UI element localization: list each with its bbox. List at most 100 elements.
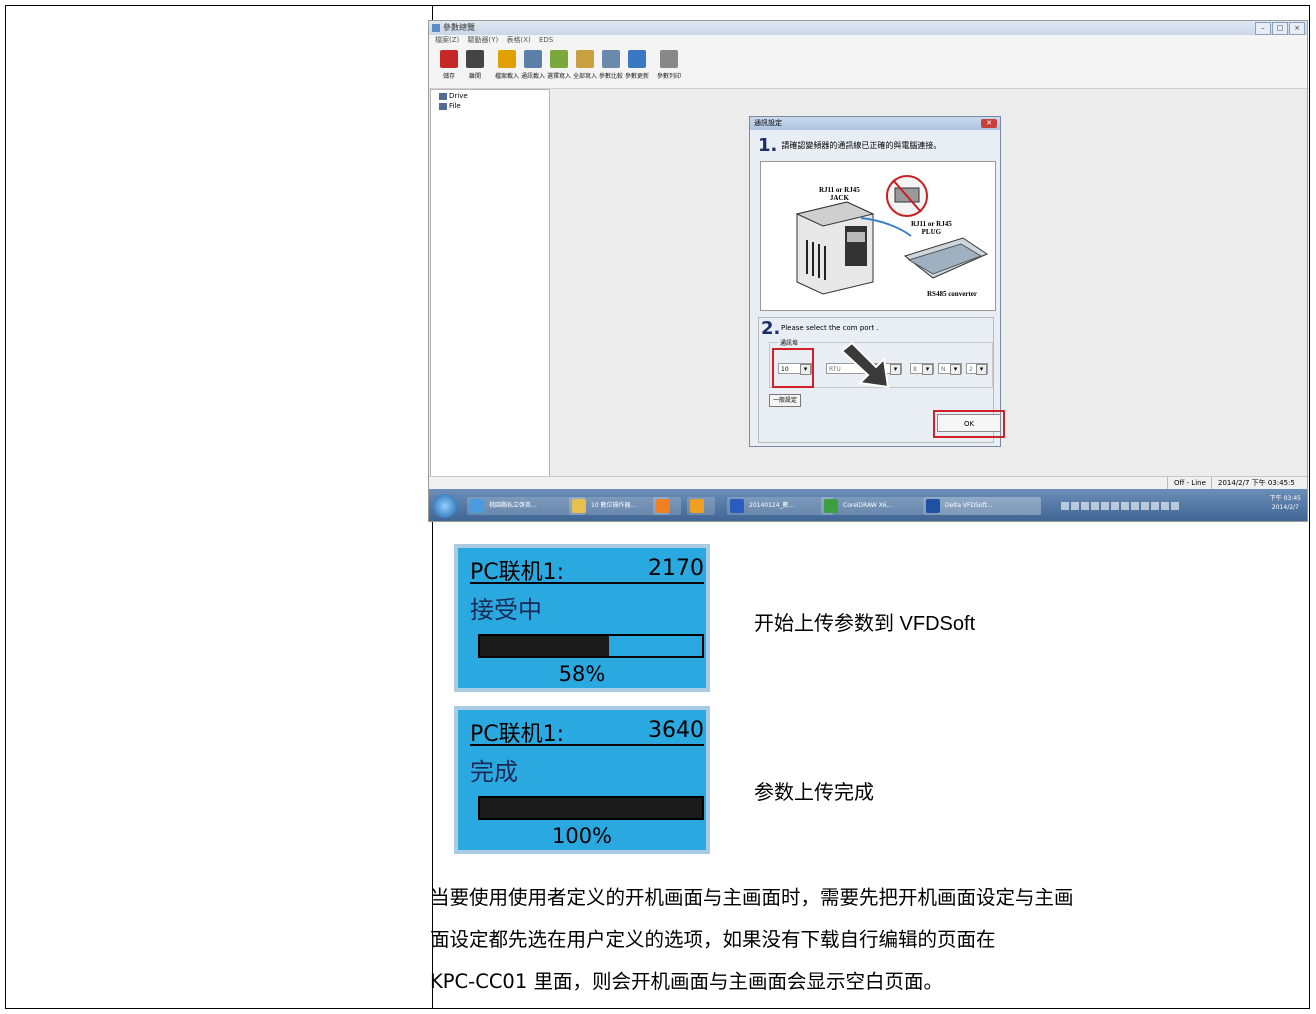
folder-icon: [572, 499, 586, 513]
toolbar-button-7[interactable]: 參數更新: [623, 50, 651, 80]
toolbar-icon: [576, 50, 594, 68]
step1-number: 1.: [758, 135, 778, 156]
databits-select[interactable]: 8: [910, 363, 934, 375]
comm-settings-dialog: 通訊設定 ✕ 1. 請確認變頻器的通訊線已正確的與電腦連接。 RJ11 or R…: [749, 116, 1005, 447]
lcd-screen: PC联机1: 3640 完成 100%: [458, 710, 706, 850]
toolbar-icon: [628, 50, 646, 68]
outlook-icon: [690, 499, 704, 513]
maximize-button[interactable]: □: [1272, 22, 1288, 35]
toolbar-label: 全部寫入: [572, 73, 597, 80]
progress-bar: [478, 634, 704, 658]
lcd-title: PC联机1:: [470, 722, 565, 747]
taskbar-item-vfdsoft[interactable]: Delta VFDSoft...: [923, 497, 1041, 515]
toolbar-button-4[interactable]: 選擇寫入: [545, 50, 573, 80]
connection-diagram-graphic: [795, 175, 989, 295]
app-icon: [432, 24, 440, 32]
toolbar-icon: [466, 50, 484, 68]
lcd-panel-complete: PC联机1: 3640 完成 100%: [454, 706, 710, 854]
file-icon: [439, 102, 447, 110]
taskbar-item-media[interactable]: [653, 497, 681, 515]
word-icon: [730, 499, 744, 513]
com-port-highlight: [772, 348, 814, 388]
lcd-panel-uploading: PC联机1: 2170 接受中 58%: [454, 544, 710, 692]
toolbar-button-6[interactable]: 參數比較: [597, 50, 625, 80]
menu-drive[interactable]: 驅動器(Y): [468, 36, 499, 44]
toolbar-button-2[interactable]: 檔案載入: [493, 50, 521, 80]
progress-fill: [480, 636, 609, 656]
menu-table[interactable]: 表格(X): [506, 36, 530, 44]
toolbar-icon: [498, 50, 516, 68]
toolbar-label: 檔案載入: [494, 73, 519, 80]
software-screenshot: 參數總覽 – □ × 檔案(Z) 驅動器(Y) 表格(X) EDS 儲存 離開 檔案…: [428, 20, 1308, 522]
toolbar-icon: [440, 50, 458, 68]
progress-fill: [480, 798, 702, 818]
corel-icon: [824, 499, 838, 513]
paragraph-line: KPC-CC01 里面，则会开机画面与主画面会显示空白页面。: [430, 970, 943, 993]
lcd-status: 接受中: [470, 596, 542, 624]
progress-percent: 58%: [558, 662, 606, 686]
explanation-paragraph: 当要使用使用者定义的开机画面与主画面时，需要先把开机画面设定与主画 面设定都先选…: [430, 877, 1304, 1003]
step1-text: 請確認變頻器的通訊線已正確的與電腦連接。: [781, 141, 942, 150]
toolbar-label: 通訊載入: [520, 73, 545, 80]
paragraph-line: 面设定都先选在用户定义的选项，如果没有下载自行编辑的页面在: [430, 928, 996, 951]
window-titlebar: 參數總覽 – □ ×: [429, 21, 1307, 35]
close-button[interactable]: ×: [1289, 22, 1305, 35]
com-port-group-label: 通訊埠: [778, 338, 801, 347]
toolbar-button-8[interactable]: 參數列印: [655, 50, 683, 80]
caption-complete: 参数上传完成: [754, 782, 874, 804]
minimize-button[interactable]: –: [1255, 22, 1271, 35]
menu-eds[interactable]: EDS: [539, 36, 553, 44]
taskbar-item-word[interactable]: 20140124_數...: [727, 497, 833, 515]
parity-select[interactable]: N: [938, 363, 962, 375]
lcd-screen: PC联机1: 2170 接受中 58%: [458, 548, 706, 688]
media-icon: [656, 499, 670, 513]
toolbar-label: 離開: [468, 73, 481, 80]
toolbar-button-1[interactable]: 離開: [461, 50, 489, 80]
ok-highlight: [933, 410, 1005, 438]
taskbar-item-outlook[interactable]: [687, 497, 715, 515]
taskbar: 桃園縣私立啓英... 10 數位操作器... 20140124_數... Cor…: [429, 489, 1307, 521]
converter-label: RS485 converter: [927, 290, 977, 298]
window-title: 參數總覽: [443, 23, 475, 32]
taskbar-clock: 下午 03:45 2014/2/7: [1269, 495, 1301, 511]
taskbar-item-ie[interactable]: 桃園縣私立啓英...: [467, 497, 585, 515]
step2-number: 2.: [761, 318, 781, 339]
general-settings-button[interactable]: 一般設定: [769, 394, 802, 407]
vfdsoft-icon: [926, 499, 940, 513]
toolbar-label: 選擇寫入: [546, 73, 571, 80]
toolbar-label: 儲存: [442, 73, 455, 80]
lcd-count: 2170: [648, 556, 704, 581]
caption-uploading: 开始上传参数到 VFDSoft: [754, 613, 976, 635]
tree-item-drive[interactable]: Drive: [439, 92, 549, 100]
lcd-count: 3640: [648, 718, 704, 743]
drive-icon: [439, 92, 447, 100]
system-tray: [1061, 495, 1257, 517]
menu-bar: 檔案(Z) 驅動器(Y) 表格(X) EDS: [429, 35, 1307, 46]
progress-bar: [478, 796, 704, 820]
tree-item-file[interactable]: File: [439, 102, 549, 110]
toolbar-icon: [524, 50, 542, 68]
taskbar-item-corel[interactable]: CorelDRAW X6...: [821, 497, 923, 515]
status-bar: Off - Line 2014/2/7 下午 03:45:5: [429, 476, 1307, 489]
toolbar-button-5[interactable]: 全部寫入: [571, 50, 599, 80]
status-mode: Off - Line: [1167, 477, 1212, 489]
plug-label: RJ11 or RJ45 PLUG: [911, 220, 952, 236]
toolbar-button-0[interactable]: 儲存: [435, 50, 463, 80]
toolbar-label: 參數比較: [598, 73, 623, 80]
stopbits-select[interactable]: 2: [966, 363, 988, 375]
toolbar: 儲存 離開 檔案載入 通訊載入 選擇寫入 全部寫入 參數比較 參數更新 參數列印: [429, 46, 1307, 89]
progress-percent: 100%: [551, 824, 613, 848]
dialog-close-button[interactable]: ✕: [981, 119, 997, 128]
toolbar-icon: [550, 50, 568, 68]
lcd-status: 完成: [470, 758, 518, 786]
jack-label: RJ11 or RJ45 JACK: [819, 186, 860, 202]
toolbar-icon: [660, 50, 678, 68]
lcd-title: PC联机1:: [470, 560, 565, 585]
ie-icon: [470, 499, 484, 513]
arrow-icon: [840, 341, 890, 389]
menu-file[interactable]: 檔案(Z): [435, 36, 459, 44]
start-button[interactable]: [433, 494, 457, 518]
step2-text: Please select the com port .: [781, 324, 879, 332]
toolbar-button-3[interactable]: 通訊載入: [519, 50, 547, 80]
toolbar-label: 參數更新: [624, 73, 649, 80]
